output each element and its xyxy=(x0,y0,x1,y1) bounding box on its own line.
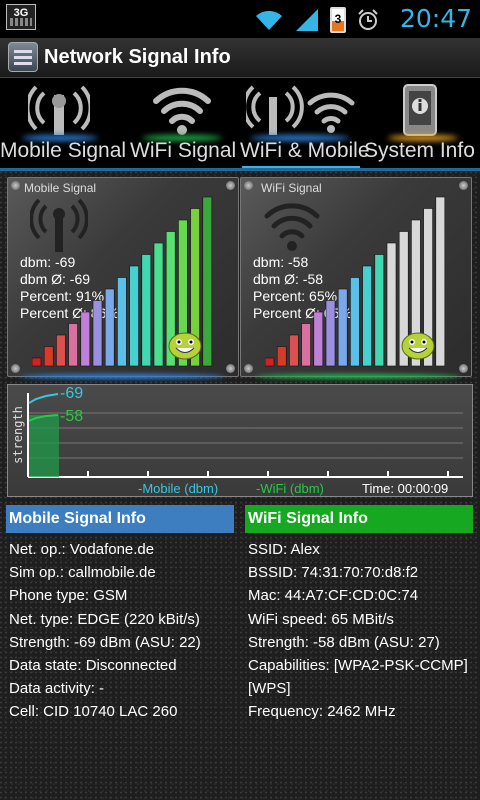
app-title: Network Signal Info xyxy=(44,46,231,68)
wifi-signal-panel: WiFi Signal dbm: -58 dbm Ø: -58 Percent:… xyxy=(240,177,472,377)
signal-bar xyxy=(350,277,360,367)
info-line: Mac: 44:A7:CF:CD:0C:74 xyxy=(248,587,419,605)
info-line: WiFi speed: 65 MBit/s xyxy=(248,610,394,628)
mobile-info-header: Mobile Signal Info xyxy=(6,505,234,533)
signal-bar xyxy=(68,323,78,367)
signal-bar xyxy=(337,288,348,367)
elapsed-time: Time: 00:00:09 xyxy=(362,481,448,496)
status-bar: 3G 3 20:47 xyxy=(0,0,480,38)
signal-bar xyxy=(43,346,54,367)
signal-bar xyxy=(289,334,299,367)
info-line: Phone type: GSM xyxy=(9,587,128,605)
tab-label: WiFi Signal xyxy=(130,139,237,162)
tab-wifi-signal[interactable]: WiFi Signal xyxy=(122,79,240,168)
battery-icon: 3 xyxy=(330,7,346,33)
android-smiley-icon xyxy=(168,332,202,360)
wifi-icon xyxy=(153,87,211,135)
signal-bar xyxy=(362,265,372,367)
tab-label: System Info xyxy=(364,139,475,162)
status-icons: 3 xyxy=(254,6,380,34)
active-tab-indicator xyxy=(242,166,360,168)
signal-bar xyxy=(435,196,446,367)
wifi-glow xyxy=(255,374,460,379)
signal-bar xyxy=(56,334,66,367)
app-icon[interactable] xyxy=(8,42,38,72)
info-line: BSSID: 74:31:70:70:d8:f2 xyxy=(248,564,419,582)
signal-bar xyxy=(153,242,164,367)
signal-bar xyxy=(80,311,91,367)
signal-bar xyxy=(313,311,324,367)
wifi-info-header: WiFi Signal Info xyxy=(245,505,473,533)
wifi-mobile-icon xyxy=(246,85,355,135)
signal-bar xyxy=(141,254,152,367)
wifi-info-section: WiFi Signal Info SSID: Alex BSSID: 74:31… xyxy=(245,505,473,724)
wifi-current-label: -58 xyxy=(60,408,83,425)
signal-bar xyxy=(104,288,115,367)
action-bar: Network Signal Info xyxy=(0,38,480,78)
mobile-glow xyxy=(20,374,225,379)
tab-label: WiFi & Mobile xyxy=(240,139,370,162)
info-line: Strength: -69 dBm (ASU: 22) xyxy=(9,633,201,651)
info-line: Net. op.: Vodafone.de xyxy=(9,541,155,558)
wifi-status-icon xyxy=(256,10,282,30)
signal-bar xyxy=(325,300,336,367)
android-smiley-icon xyxy=(401,332,435,360)
signal-history-graph: strength -69 -58 -Mobile (dbm) -WiFi (db… xyxy=(7,384,473,497)
signal-bar xyxy=(301,323,311,367)
tab-label: Mobile Signal xyxy=(0,139,127,162)
signal-bar xyxy=(129,265,139,367)
mobile-current-label: -69 xyxy=(60,385,83,402)
info-line: Data activity: - xyxy=(9,680,105,698)
signal-bar xyxy=(276,346,287,367)
signal-bar xyxy=(265,357,275,367)
wifi-legend: -WiFi (dbm) xyxy=(256,481,324,496)
signal-bar xyxy=(117,277,127,367)
clock: 20:47 xyxy=(399,4,472,33)
network-type-icon: 3G xyxy=(6,4,36,30)
info-line: Capabilities: [WPA2-PSK-CCMP][WPS] xyxy=(248,657,468,698)
mobile-legend: -Mobile (dbm) xyxy=(138,481,218,496)
cell-signal-icon xyxy=(296,9,318,31)
info-line: Strength: -58 dBm (ASU: 27) xyxy=(248,633,440,651)
mobile-info-section: Mobile Signal Info Net. op.: Vodafone.de… xyxy=(6,505,234,724)
signal-bar xyxy=(92,300,103,367)
signal-bar xyxy=(374,254,385,367)
info-line: SSID: Alex xyxy=(248,541,320,558)
info-line: Frequency: 2462 MHz xyxy=(248,703,396,721)
info-line: Net. type: EDGE (220 kBit/s) xyxy=(9,610,200,628)
info-line: Sim op.: callmobile.de xyxy=(9,564,156,582)
info-line: Cell: CID 10740 LAC 260 xyxy=(9,703,178,721)
tab-system-info[interactable]: System Info xyxy=(362,79,480,168)
phone-info-icon xyxy=(403,84,437,136)
graph-y-label: strength xyxy=(11,406,25,464)
tab-strip[interactable]: Mobile Signal WiFi Signal WiFi & Mobile xyxy=(0,79,480,171)
info-line: Data state: Disconnected xyxy=(9,657,177,675)
tab-mobile-signal[interactable]: Mobile Signal xyxy=(0,79,126,168)
tab-wifi-mobile[interactable]: WiFi & Mobile xyxy=(240,79,370,168)
alarm-clock-icon xyxy=(358,9,378,30)
mobile-signal-panel: Mobile Signal dbm: -69 dbm Ø: -69 Percen… xyxy=(7,177,239,377)
signal-bar xyxy=(202,196,213,367)
cell-tower-icon xyxy=(28,85,90,135)
signal-bar xyxy=(386,242,397,367)
signal-bar xyxy=(32,357,42,367)
